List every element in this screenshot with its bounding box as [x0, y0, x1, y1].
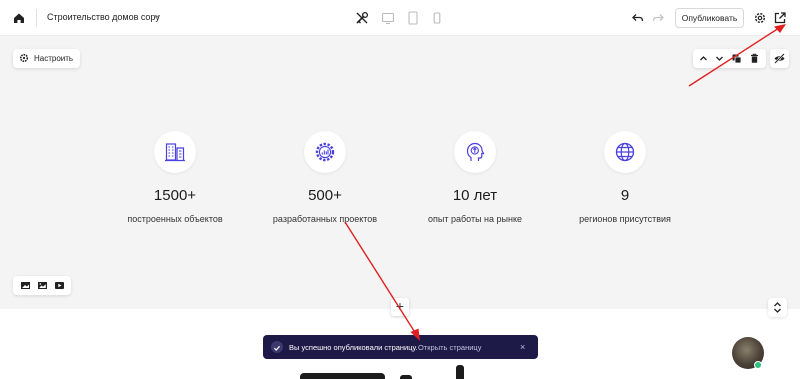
stat-icon-circle: [154, 131, 196, 173]
move-up-icon[interactable]: [697, 52, 710, 65]
stat-icon-circle: [454, 131, 496, 173]
publish-button[interactable]: Опубликовать: [675, 8, 744, 28]
hide-block-button[interactable]: [770, 49, 789, 68]
stat-number: 1500+: [153, 187, 197, 204]
external-link-icon[interactable]: [772, 10, 788, 26]
globe-icon: [615, 142, 635, 162]
add-block-button[interactable]: +: [391, 298, 409, 316]
stat-number: 500+: [308, 187, 342, 204]
image-icon[interactable]: [20, 280, 31, 291]
toast-message: Вы успешно опубликовали страницу.: [289, 343, 418, 352]
stat-number: 9: [620, 187, 630, 204]
undo-icon[interactable]: [630, 10, 646, 26]
divider: [36, 9, 37, 27]
stats-section: Настроить 1500+ построенных объектов 500…: [0, 36, 800, 317]
gear-icon[interactable]: [752, 10, 768, 26]
stat-label: опыт работы на рынке: [428, 214, 522, 224]
design-tools-icon[interactable]: [354, 10, 370, 26]
success-toast: Вы успешно опубликовали страницу. Открыт…: [263, 335, 538, 359]
desktop-icon[interactable]: [380, 10, 396, 26]
open-page-link[interactable]: Открыть страницу: [418, 343, 481, 352]
next-section-heading: [300, 364, 500, 379]
background-media-controls: [13, 276, 71, 295]
stat-item: 10 лет опыт работы на рынке: [400, 131, 550, 224]
customize-label: Настроить: [34, 54, 74, 63]
duplicate-icon[interactable]: [730, 52, 743, 65]
check-icon: [271, 341, 283, 353]
top-toolbar: Строительство домов copy Опубликовать: [0, 0, 800, 36]
stat-icon-circle: [604, 131, 646, 173]
block-controls: [693, 49, 766, 68]
buildings-icon: [165, 143, 185, 162]
stat-item: 1500+ построенных объектов: [100, 131, 250, 224]
customize-button[interactable]: Настроить: [13, 49, 80, 68]
stat-label: регионов присутствия: [579, 214, 671, 224]
mobile-icon[interactable]: [429, 10, 445, 26]
stat-label: построенных объектов: [127, 214, 223, 224]
stat-item: 9 регионов присутствия: [550, 131, 700, 224]
up-down-icon: [774, 302, 781, 313]
reorder-button[interactable]: [768, 298, 787, 317]
delete-icon[interactable]: [748, 52, 761, 65]
gear-icon: [19, 53, 29, 63]
site-title[interactable]: Строительство домов copy: [47, 12, 160, 22]
head-growth-icon: [466, 142, 485, 161]
home-icon[interactable]: [12, 11, 26, 25]
stat-number: 10 лет: [452, 187, 498, 204]
tablet-icon[interactable]: [405, 10, 421, 26]
hide-icon: [774, 53, 785, 64]
online-status-indicator: [754, 361, 762, 369]
stat-label: разработанных проектов: [272, 214, 378, 224]
video-icon[interactable]: [54, 280, 65, 291]
stat-item: 500+ разработанных проектов: [250, 131, 400, 224]
close-icon[interactable]: ×: [520, 341, 525, 353]
gear-chart-icon: [315, 142, 335, 162]
chevron-down-icon[interactable]: [152, 12, 161, 21]
gallery-icon[interactable]: [37, 280, 48, 291]
redo-icon[interactable]: [650, 10, 666, 26]
stat-icon-circle: [304, 131, 346, 173]
move-down-icon[interactable]: [713, 52, 726, 65]
